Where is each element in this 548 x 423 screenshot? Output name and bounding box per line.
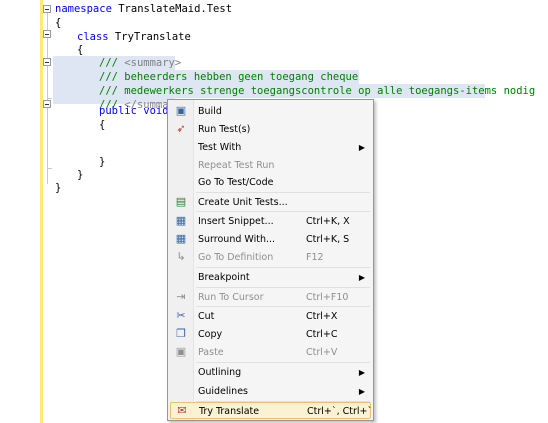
menu-item-copy[interactable]: ❐ Copy Ctrl+C bbox=[170, 326, 371, 343]
menu-item-shortcut: Ctrl+X bbox=[306, 311, 338, 322]
menu-item-label: Insert Snippet... bbox=[198, 216, 274, 227]
menu-separator bbox=[196, 211, 370, 212]
keyword: namespace bbox=[55, 3, 112, 15]
menu-item-create-unit-tests[interactable]: ▤ Create Unit Tests... bbox=[170, 194, 371, 211]
menu-separator bbox=[196, 306, 370, 307]
menu-item-label: Cut bbox=[198, 311, 215, 322]
menu-item-run-to-cursor[interactable]: ⇥ Run To Cursor Ctrl+F10 bbox=[170, 289, 371, 306]
code-line-doc-comment[interactable]: /// medewerkers strenge toegangscontrole… bbox=[99, 84, 535, 98]
menu-item-label: Build bbox=[198, 106, 222, 117]
collapse-method-icon[interactable] bbox=[43, 100, 51, 108]
menu-item-outlining[interactable]: Outlining ▶ bbox=[170, 364, 371, 381]
menu-item-build[interactable]: ▣ Build bbox=[170, 103, 371, 120]
copy-icon: ❐ bbox=[176, 327, 186, 340]
menu-item-label: Create Unit Tests... bbox=[198, 197, 288, 208]
menu-item-shortcut: Ctrl+K, S bbox=[306, 234, 350, 245]
menu-item-cut[interactable]: ✂ Cut Ctrl+X bbox=[170, 308, 371, 325]
menu-separator bbox=[196, 267, 370, 268]
code-line[interactable]: } bbox=[77, 168, 83, 182]
menu-separator bbox=[196, 192, 370, 193]
code-line-class[interactable]: class TryTranslate bbox=[77, 30, 191, 44]
comment-prefix: /// bbox=[99, 57, 125, 69]
menu-item-guidelines[interactable]: Guidelines ▶ bbox=[170, 383, 371, 400]
menu-item-label: Go To Definition bbox=[198, 252, 274, 263]
menu-item-shortcut: Ctrl+F10 bbox=[306, 292, 349, 303]
collapse-namespace-icon[interactable] bbox=[43, 5, 51, 13]
menu-item-go-to-test-code[interactable]: Go To Test/Code bbox=[170, 174, 371, 191]
menu-item-label: Paste bbox=[198, 347, 224, 358]
menu-item-shortcut: Ctrl+`, Ctrl+` bbox=[307, 406, 373, 417]
outline-end-marker bbox=[47, 98, 52, 99]
code-line[interactable]: } bbox=[55, 181, 61, 195]
keyword: public void bbox=[99, 105, 169, 117]
identifier: TranslateMaid.Test bbox=[111, 3, 233, 15]
menu-separator bbox=[196, 362, 370, 363]
translate-icon: ✉ bbox=[177, 404, 187, 417]
menu-item-surround-with[interactable]: ▦ Surround With... Ctrl+K, S bbox=[170, 231, 371, 248]
menu-item-label: Guidelines bbox=[198, 386, 248, 397]
code-line[interactable]: { bbox=[77, 43, 83, 57]
menu-item-label: Run Test(s) bbox=[198, 124, 251, 135]
menu-item-shortcut: Ctrl+K, X bbox=[306, 216, 350, 227]
run-to-cursor-icon: ⇥ bbox=[176, 290, 186, 303]
menu-item-insert-snippet[interactable]: ▦ Insert Snippet... Ctrl+K, X bbox=[170, 213, 371, 230]
snippet-icon: ▦ bbox=[175, 214, 187, 227]
rocket-icon: ➶ bbox=[176, 122, 186, 135]
menu-item-label: Run To Cursor bbox=[198, 292, 264, 303]
menu-item-label: Go To Test/Code bbox=[198, 177, 274, 188]
surround-icon: ▦ bbox=[175, 232, 187, 245]
menu-item-repeat-test-run[interactable]: Repeat Test Run bbox=[170, 157, 371, 174]
menu-item-label: Repeat Test Run bbox=[198, 160, 275, 171]
code-line-namespace[interactable]: namespace TranslateMaid.Test bbox=[55, 2, 232, 16]
identifier: TryTranslate bbox=[108, 31, 191, 43]
unit-test-icon: ▤ bbox=[175, 195, 187, 208]
outline-end-marker bbox=[47, 168, 52, 169]
code-line-doc-comment[interactable]: /// <summary> bbox=[99, 56, 181, 70]
code-line[interactable]: } bbox=[99, 155, 105, 169]
menu-item-label: Test With bbox=[198, 142, 242, 153]
keyword: class bbox=[77, 31, 109, 43]
build-icon: ▣ bbox=[175, 104, 187, 117]
menu-item-try-translate[interactable]: ✉ Try Translate Ctrl+`, Ctrl+` bbox=[170, 402, 373, 419]
menu-separator bbox=[196, 287, 370, 288]
menu-item-paste[interactable]: ▣ Paste Ctrl+V bbox=[170, 344, 371, 361]
paste-icon: ▣ bbox=[175, 345, 187, 358]
menu-item-label: Try Translate bbox=[199, 406, 260, 417]
submenu-arrow-icon: ▶ bbox=[358, 387, 365, 396]
collapse-class-icon[interactable] bbox=[43, 30, 51, 38]
menu-item-shortcut: Ctrl+C bbox=[306, 329, 338, 340]
definition-icon: ↳ bbox=[176, 250, 186, 263]
menu-item-label: Breakpoint bbox=[198, 272, 250, 283]
menu-item-go-to-definition[interactable]: ↳ Go To Definition F12 bbox=[170, 249, 371, 266]
menu-item-shortcut: Ctrl+V bbox=[306, 347, 338, 358]
collapse-summary-icon[interactable] bbox=[43, 58, 51, 66]
submenu-arrow-icon: ▶ bbox=[358, 368, 365, 377]
submenu-arrow-icon: ▶ bbox=[358, 143, 365, 152]
doc-tag: <summary> bbox=[124, 57, 182, 69]
menu-item-label: Surround With... bbox=[198, 234, 276, 245]
code-line[interactable]: { bbox=[55, 16, 61, 30]
menu-item-label: Copy bbox=[198, 329, 223, 340]
menu-item-breakpoint[interactable]: Breakpoint ▶ bbox=[170, 269, 371, 286]
menu-item-run-tests[interactable]: ➶ Run Test(s) bbox=[170, 121, 371, 138]
code-line[interactable]: { bbox=[99, 118, 105, 132]
menu-item-label: Outlining bbox=[198, 367, 242, 378]
menu-item-test-with[interactable]: Test With ▶ bbox=[170, 139, 371, 156]
submenu-arrow-icon: ▶ bbox=[358, 273, 365, 282]
scissors-icon: ✂ bbox=[176, 309, 186, 322]
menu-item-shortcut: F12 bbox=[306, 252, 324, 263]
code-line-doc-comment[interactable]: /// beheerders hebben geen toegang chequ… bbox=[99, 70, 358, 84]
editor-context-menu: ▣ Build ➶ Run Test(s) Test With ▶ Repeat… bbox=[167, 99, 374, 421]
